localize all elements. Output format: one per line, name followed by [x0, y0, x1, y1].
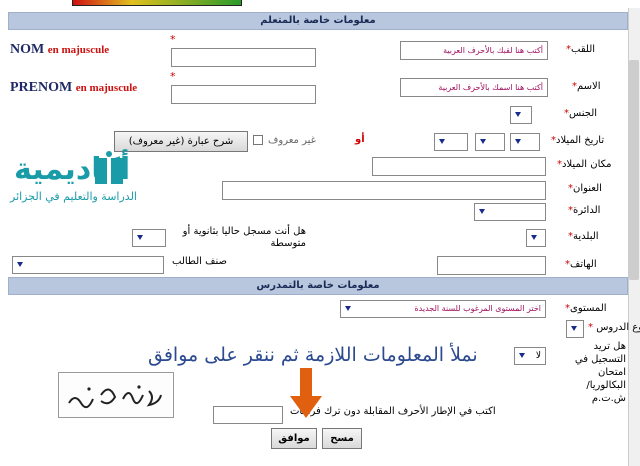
student-class-select[interactable] — [12, 256, 164, 274]
prenom-sub-fr: en majuscule — [75, 82, 138, 94]
chevron-down-icon — [345, 306, 351, 311]
captcha-image — [58, 372, 174, 418]
commune-label-text: البلدية — [573, 231, 599, 242]
phone-input[interactable] — [437, 256, 546, 275]
clear-button[interactable]: مسح — [322, 428, 362, 449]
level-label: *المستوى — [565, 303, 607, 314]
prenom-label-fr: PRENOM en majuscule — [10, 80, 137, 96]
birthplace-label: *مكان الميلاد — [557, 159, 612, 170]
scrollbar-thumb[interactable] — [629, 60, 639, 280]
bac-select[interactable]: لا — [514, 347, 546, 365]
phone-label-text: الهاتف — [570, 259, 597, 270]
pointer-arrow-icon — [290, 368, 322, 418]
enrolled-select[interactable] — [132, 229, 166, 247]
captcha-drawing — [68, 385, 162, 409]
bac-select-value: لا — [535, 351, 541, 361]
gender-label: *الجنس — [564, 108, 597, 119]
progress-gauge — [72, 0, 242, 6]
study-type-select[interactable] — [566, 320, 584, 338]
or-label: أو — [355, 134, 365, 145]
birth-month-select[interactable] — [475, 133, 505, 151]
chevron-down-icon — [515, 112, 521, 117]
nom-ar-label-text: اللقب — [571, 44, 596, 55]
prenom-fr-required-star: * — [170, 70, 176, 83]
nom-fr-required-star: * — [170, 33, 176, 46]
birthplace-label-text: مكان الميلاد — [562, 159, 612, 170]
daira-select[interactable] — [474, 203, 546, 221]
prenom-fr-input[interactable] — [171, 85, 316, 104]
nom-label-fr: NOM en majuscule — [10, 42, 109, 58]
chevron-down-icon — [531, 235, 537, 240]
logo-subtitle: الدراسة والتعليم في الجزائر — [10, 190, 137, 203]
nom-fr-input[interactable] — [171, 48, 316, 67]
chevron-down-icon — [439, 139, 445, 144]
student-class-label: صنف الطالب — [172, 256, 227, 267]
chevron-down-icon — [17, 262, 23, 267]
nom-ar-label: *اللقب — [566, 44, 595, 55]
chevron-down-icon — [519, 353, 525, 358]
birthplace-input[interactable] — [372, 157, 546, 176]
study-type-star: * — [588, 322, 593, 333]
daira-label: *الدائرة — [568, 205, 600, 216]
commune-label: *البلدية — [568, 231, 599, 242]
nom-sub-fr: en majuscule — [47, 44, 110, 56]
birthdate-label-text: تاريخ الميلاد — [556, 135, 605, 146]
chevron-down-icon — [571, 326, 577, 331]
address-label-text: العنوان — [573, 183, 602, 194]
instruction-text: نملأ المعلومات اللازمة ثم ننقر على موافق — [148, 344, 478, 366]
study-type-label: * نوع الدروس: — [588, 322, 640, 333]
birthdate-label: *تاريخ الميلاد — [551, 135, 604, 146]
unknown-birthdate-label: غير معروف — [268, 135, 316, 146]
nom-label-fr-text: NOM — [10, 42, 45, 57]
section-header-study: معلومات خاصة بالتمدرس — [8, 277, 628, 295]
level-select-value: اختر المستوى المرغوب للسنة الجديدة — [414, 304, 541, 313]
birth-day-select[interactable] — [510, 133, 540, 151]
gender-label-text: الجنس — [569, 108, 598, 119]
study-type-label-text: نوع الدروس: — [596, 322, 640, 333]
nom-ar-input[interactable]: أكتب هنا لقبك بالأحرف العربية — [400, 41, 548, 60]
chevron-down-icon — [479, 209, 485, 214]
submit-button[interactable]: موافق — [271, 428, 317, 449]
bac-question: هل تريد التسجيل في امتحان البكالوريا/ ش.… — [574, 341, 626, 404]
explain-unknown-button[interactable]: شرح عبارة (غير معروف) — [114, 131, 248, 152]
chevron-down-icon — [480, 139, 486, 144]
prenom-ar-label-text: الاسم — [577, 81, 601, 92]
address-input[interactable] — [222, 181, 546, 200]
prenom-ar-input[interactable]: أكتب هنا اسمك بالأحرف العربية — [400, 78, 548, 97]
commune-select[interactable] — [526, 229, 546, 247]
birth-year-select[interactable] — [434, 133, 468, 151]
section-header-student: معلومات خاصة بالمتعلم — [8, 12, 628, 30]
chevron-down-icon — [137, 235, 143, 240]
chevron-down-icon — [515, 139, 521, 144]
unknown-birthdate-checkbox[interactable] — [253, 135, 263, 145]
enrolled-question: هل أنت مسجل حاليا بثانوية أو متوسطة — [182, 226, 306, 249]
level-label-text: المستوى — [570, 303, 607, 314]
gender-select[interactable] — [510, 106, 532, 124]
address-label: *العنوان — [568, 183, 602, 194]
captcha-input[interactable] — [213, 406, 283, 424]
prenom-ar-label: *الاسم — [572, 81, 601, 92]
level-select[interactable]: اختر المستوى المرغوب للسنة الجديدة — [340, 300, 546, 318]
prenom-label-fr-text: PRENOM — [10, 80, 73, 95]
daira-label-text: الدائرة — [573, 205, 601, 216]
phone-label: *الهاتف — [565, 259, 597, 270]
book-icon — [95, 151, 123, 186]
